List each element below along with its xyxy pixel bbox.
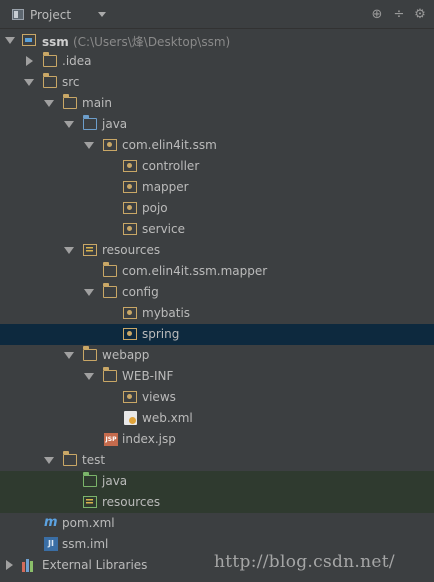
tree-node-label: pom.xml <box>62 516 115 530</box>
maven-icon: m <box>44 515 58 530</box>
tree-node-label: controller <box>142 159 200 173</box>
libraries-icon <box>22 559 36 572</box>
expand-arrow-icon[interactable] <box>24 79 34 86</box>
tree-node-com-elin4it-ssm[interactable]: com.elin4it.ssm <box>0 135 434 156</box>
tree-node-label: resources <box>102 243 161 257</box>
settings-icon[interactable]: ⚙ <box>413 8 427 22</box>
project-view-icon <box>12 9 24 20</box>
expand-arrow-icon[interactable] <box>84 373 94 380</box>
tree-node-label: mybatis <box>142 306 191 320</box>
package-icon <box>123 223 137 235</box>
view-dropdown-chevron-icon[interactable] <box>98 12 106 17</box>
folder-icon <box>62 94 77 109</box>
package-icon <box>123 202 137 214</box>
resources-folder-icon <box>83 244 97 256</box>
expand-arrow-icon[interactable] <box>44 457 54 464</box>
tree-node-controller[interactable]: controller <box>0 156 434 177</box>
tree-node-label: spring <box>142 327 180 341</box>
folder-icon <box>42 73 57 88</box>
tree-node-resources[interactable]: resources <box>0 240 434 261</box>
tree-node-service[interactable]: service <box>0 219 434 240</box>
tree-node-label: src <box>62 75 80 89</box>
iml-file-icon: JI <box>44 537 58 551</box>
tree-node-label: WEB-INF <box>122 369 174 383</box>
source-folder-icon <box>82 115 97 130</box>
test-resources-folder-icon <box>83 496 97 508</box>
tree-node-label: webapp <box>102 348 150 362</box>
package-icon <box>123 391 137 403</box>
tree-node-mapper[interactable]: mapper <box>0 177 434 198</box>
tree-node-test-java[interactable]: java <box>0 471 434 492</box>
package-icon <box>123 328 137 340</box>
tree-node-label: java <box>102 474 128 488</box>
tree-node-config[interactable]: config <box>0 282 434 303</box>
tree-node-com-elin4it-ssm-mapper[interactable]: com.elin4it.ssm.mapper <box>0 261 434 282</box>
folder-icon <box>42 52 57 67</box>
tree-node-src[interactable]: src <box>0 72 434 93</box>
tree-node-label: service <box>142 222 185 236</box>
tree-node-main[interactable]: main <box>0 93 434 114</box>
folder-icon <box>102 367 117 382</box>
jsp-file-icon: JSP <box>104 433 118 446</box>
tree-node-views[interactable]: views <box>0 387 434 408</box>
tree-node-spring[interactable]: spring <box>0 324 434 345</box>
tree-node-label: mapper <box>142 180 189 194</box>
expand-arrow-icon[interactable] <box>64 247 74 254</box>
expand-arrow-icon[interactable] <box>44 100 54 107</box>
tree-node-label: ssm (C:\Users\烽\Desktop\ssm) <box>42 33 230 50</box>
tree-node-label: com.elin4it.ssm.mapper <box>122 264 268 278</box>
tree-node-web-inf[interactable]: WEB-INF <box>0 366 434 387</box>
tree-node-ssm[interactable]: ssm (C:\Users\烽\Desktop\ssm) <box>0 30 434 51</box>
folder-icon <box>102 262 117 277</box>
expand-arrow-icon[interactable] <box>84 142 94 149</box>
tree-node-index-jsp[interactable]: JSP index.jsp <box>0 429 434 450</box>
tree-node-label: config <box>122 285 159 299</box>
tree-node-java[interactable]: java <box>0 114 434 135</box>
project-toolbar: Project ⊕ ÷ ⚙ <box>0 0 434 29</box>
expand-arrow-icon[interactable] <box>84 289 94 296</box>
tree-node-web-xml[interactable]: web.xml <box>0 408 434 429</box>
tree-node-test[interactable]: test <box>0 450 434 471</box>
tree-node-label: main <box>82 96 112 110</box>
tree-node-label: resources <box>102 495 161 509</box>
package-icon <box>123 181 137 193</box>
expand-arrow-icon[interactable] <box>64 121 74 128</box>
tree-node-pom-xml[interactable]: m pom.xml <box>0 513 434 534</box>
tree-node-label: .idea <box>62 54 92 68</box>
tree-node-label: web.xml <box>142 411 193 425</box>
tree-node-label: test <box>82 453 106 467</box>
folder-icon <box>62 451 77 466</box>
tree-node-label: ssm.iml <box>62 537 109 551</box>
folder-icon <box>82 346 97 361</box>
tree-node-idea[interactable]: .idea <box>0 51 434 72</box>
xml-file-icon <box>124 411 137 425</box>
tree-node-test-resources[interactable]: resources <box>0 492 434 513</box>
tree-node-label: External Libraries <box>42 558 148 572</box>
tree-node-label: index.jsp <box>122 432 176 446</box>
module-path: (C:\Users\烽\Desktop\ssm) <box>72 35 231 49</box>
module-name: ssm <box>42 35 69 49</box>
module-icon <box>22 34 36 46</box>
watermark: http://blog.csdn.net/ <box>214 552 395 572</box>
collapse-icon[interactable]: ÷ <box>392 8 406 22</box>
tree-node-pojo[interactable]: pojo <box>0 198 434 219</box>
tree-node-webapp[interactable]: webapp <box>0 345 434 366</box>
tree-node-mybatis[interactable]: mybatis <box>0 303 434 324</box>
tree-node-label: com.elin4it.ssm <box>122 138 217 152</box>
project-view-title[interactable]: Project <box>30 8 71 22</box>
tree-node-label: views <box>142 390 176 404</box>
tree-node-label: java <box>102 117 128 131</box>
test-folder-icon <box>82 472 97 487</box>
package-icon <box>123 307 137 319</box>
tree-node-label: pojo <box>142 201 168 215</box>
folder-icon <box>102 283 117 298</box>
collapse-arrow-icon[interactable] <box>6 560 13 570</box>
expand-arrow-icon[interactable] <box>64 352 74 359</box>
target-icon[interactable]: ⊕ <box>370 8 384 22</box>
expand-arrow-icon[interactable] <box>5 37 15 44</box>
package-icon <box>103 139 117 151</box>
collapse-arrow-icon[interactable] <box>26 56 33 66</box>
package-icon <box>123 160 137 172</box>
